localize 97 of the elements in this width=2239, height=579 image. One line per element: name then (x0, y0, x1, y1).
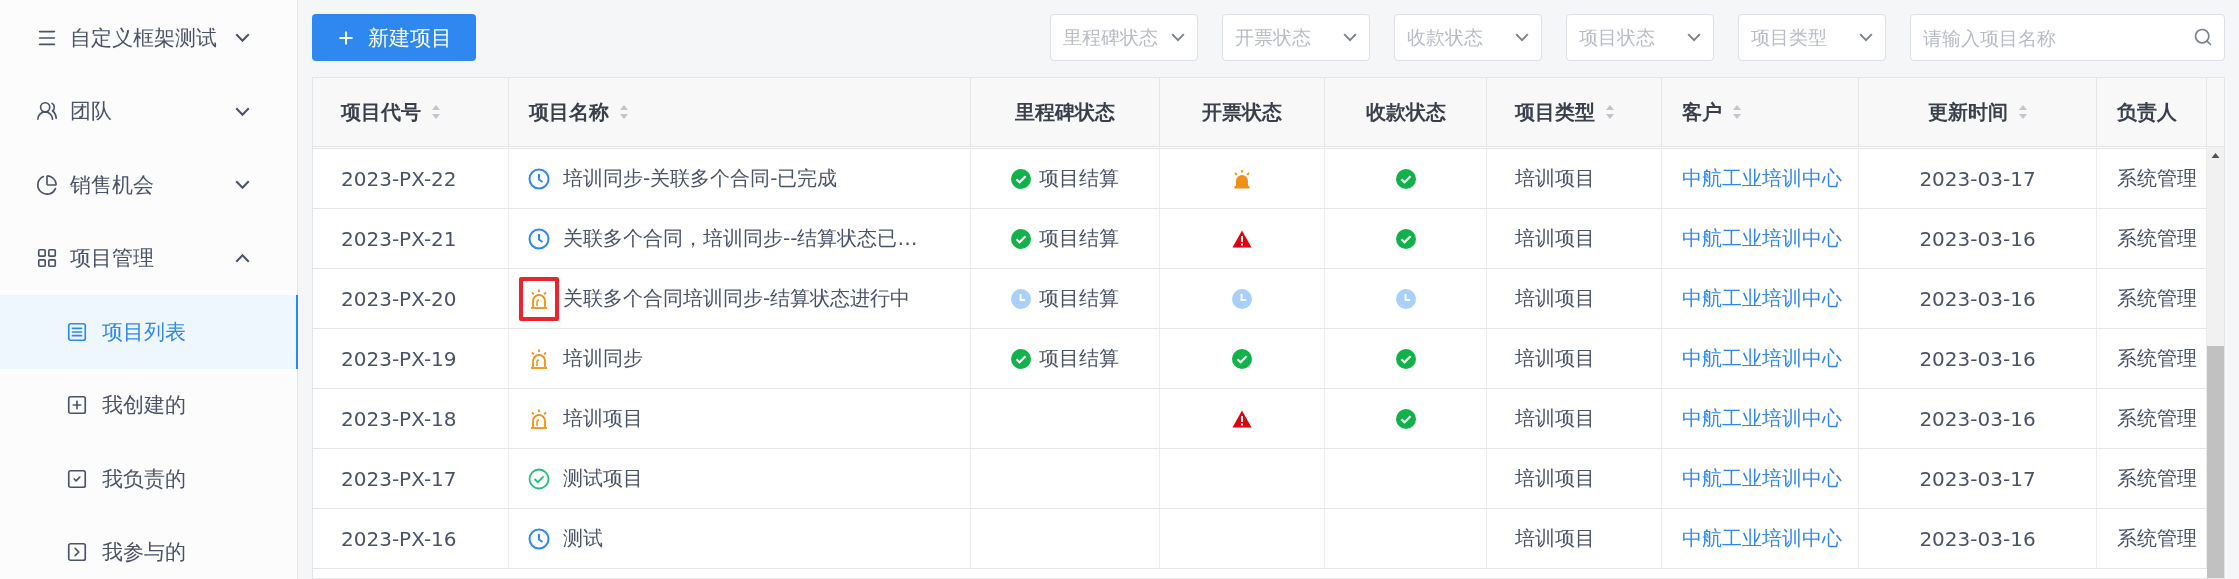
sidebar-item[interactable]: 我参与的 (0, 515, 298, 579)
search-field[interactable]: 请输入项目名称 (1910, 14, 2225, 61)
column-header[interactable]: 项目代号 (313, 78, 509, 146)
chevron-down-icon (1859, 33, 1873, 42)
customer-link[interactable]: 中航工业培训中心 (1682, 225, 1842, 252)
table-cell: 培训项目 (1487, 509, 1662, 568)
column-header[interactable]: 收款状态 (1325, 78, 1487, 146)
square-plus-icon (66, 394, 88, 417)
sidebar-label: 项目列表 (102, 318, 187, 346)
column-label: 项目类型 (1515, 98, 1595, 126)
table-cell: 2023-03-17 (1859, 149, 2097, 208)
table-cell: 2023-PX-21 (313, 209, 509, 268)
sidebar-label: 自定义框架测试 (70, 24, 218, 52)
customer-link[interactable]: 中航工业培训中心 (1682, 465, 1842, 492)
sidebar-item[interactable]: 我负责的 (0, 442, 298, 516)
table-cell: 2023-PX-18 (313, 389, 509, 448)
table-cell: 培训项目 (1487, 209, 1662, 268)
column-label: 里程碑状态 (1015, 98, 1115, 126)
sidebar-item[interactable]: 团队 (0, 74, 298, 148)
column-label: 负责人 (2117, 98, 2177, 126)
table-cell: 2023-03-16 (1859, 329, 2097, 388)
column-header[interactable]: 更新时间 (1859, 78, 2097, 146)
customer-link[interactable]: 中航工业培训中心 (1682, 165, 1842, 192)
chevron-down-icon (235, 33, 250, 43)
table-cell: 培训项目 (1487, 149, 1662, 208)
sidebar-label: 团队 (70, 98, 113, 126)
search-icon[interactable] (2193, 27, 2213, 47)
column-label: 项目代号 (341, 98, 421, 126)
sidebar-item[interactable]: 项目管理 (0, 221, 298, 295)
table-cell: 培训项目 (1487, 269, 1662, 328)
scrollbar[interactable] (2207, 147, 2224, 578)
sidebar-label: 我创建的 (102, 392, 187, 420)
sort-icon[interactable] (2017, 104, 2028, 120)
column-header[interactable]: 开票状态 (1160, 78, 1325, 146)
sort-icon[interactable] (1605, 104, 1615, 120)
table-cell: 培训同步-关联多个合同-已完成 (509, 149, 971, 208)
table-cell: 2023-03-16 (1859, 269, 2097, 328)
chevron-up-icon (235, 253, 250, 263)
table-cell: 2023-PX-19 (313, 329, 509, 388)
square-chevron-icon (66, 541, 88, 564)
people-icon (36, 100, 58, 123)
table-cell: 培训项目 (1487, 329, 1662, 388)
customer-link[interactable]: 中航工业培训中心 (1682, 525, 1842, 552)
customer-link[interactable]: 中航工业培训中心 (1682, 405, 1842, 432)
chevron-down-icon (235, 180, 250, 190)
sidebar-label: 项目管理 (70, 245, 155, 273)
chevron-down-icon (1515, 33, 1529, 42)
sidebar-label: 我参与的 (102, 539, 187, 567)
new-project-button[interactable]: 新建项目 (312, 14, 476, 61)
table-cell: 测试 (509, 509, 971, 568)
customer-link[interactable]: 中航工业培训中心 (1682, 285, 1842, 312)
column-label: 项目名称 (529, 98, 609, 126)
chevron-down-icon (1687, 33, 1701, 42)
table-cell: 关联多个合同培训同步-结算状态进行中 (509, 269, 971, 328)
table-cell: 培训项目 (1487, 389, 1662, 448)
grid-icon (36, 247, 58, 270)
table-cell: 2023-PX-17 (313, 449, 509, 508)
table-cell: 2023-PX-22 (313, 149, 509, 208)
column-label: 客户 (1682, 98, 1722, 126)
column-header[interactable]: 负责人 (2097, 78, 2207, 146)
sort-icon[interactable] (431, 104, 441, 120)
column-label: 更新时间 (1927, 98, 2008, 126)
chevron-down-icon (235, 106, 250, 116)
table-cell: 2023-PX-20 (313, 269, 509, 328)
pie-chart-icon (36, 173, 58, 196)
sort-icon[interactable] (619, 104, 629, 120)
table-cell: 2023-PX-16 (313, 509, 509, 568)
table-cell: 项目结算 (971, 269, 1160, 328)
sort-icon[interactable] (1732, 104, 1742, 120)
table-cell: 2023-03-17 (1859, 449, 2097, 508)
table-cell: 项目结算 (971, 149, 1160, 208)
chevron-down-icon (1171, 33, 1185, 42)
sidebar-label: 我负责的 (102, 465, 187, 493)
sidebar-item[interactable]: 我创建的 (0, 368, 298, 442)
sidebar-item[interactable]: 销售机会 (0, 148, 298, 222)
column-label: 开票状态 (1202, 98, 1282, 126)
customer-link[interactable]: 中航工业培训中心 (1682, 345, 1842, 372)
table-cell: 项目结算 (971, 209, 1160, 268)
table-cell: 测试项目 (509, 449, 971, 508)
column-header[interactable]: 项目类型 (1487, 78, 1662, 146)
column-header[interactable]: 里程碑状态 (971, 78, 1160, 146)
column-label: 收款状态 (1365, 98, 1446, 126)
sidebar-item[interactable]: 自定义框架测试 (0, 1, 298, 75)
table-cell: 2023-03-16 (1859, 509, 2097, 568)
table-cell: 培训项目 (1487, 449, 1662, 508)
column-header[interactable]: 项目名称 (509, 78, 971, 146)
table-cell: 培训同步 (509, 329, 971, 388)
table-cell: 关联多个合同，培训同步--结算状态已… (509, 209, 971, 268)
table-cell: 2023-03-16 (1859, 209, 2097, 268)
sidebar-label: 销售机会 (70, 171, 155, 199)
chevron-down-icon (1343, 33, 1357, 42)
table-cell: 培训项目 (509, 389, 971, 448)
list-icon (66, 320, 88, 343)
square-check-icon (66, 467, 88, 490)
table-cell: 项目结算 (971, 329, 1160, 388)
table-cell: 2023-03-16 (1859, 389, 2097, 448)
column-header[interactable]: 客户 (1662, 78, 1859, 146)
